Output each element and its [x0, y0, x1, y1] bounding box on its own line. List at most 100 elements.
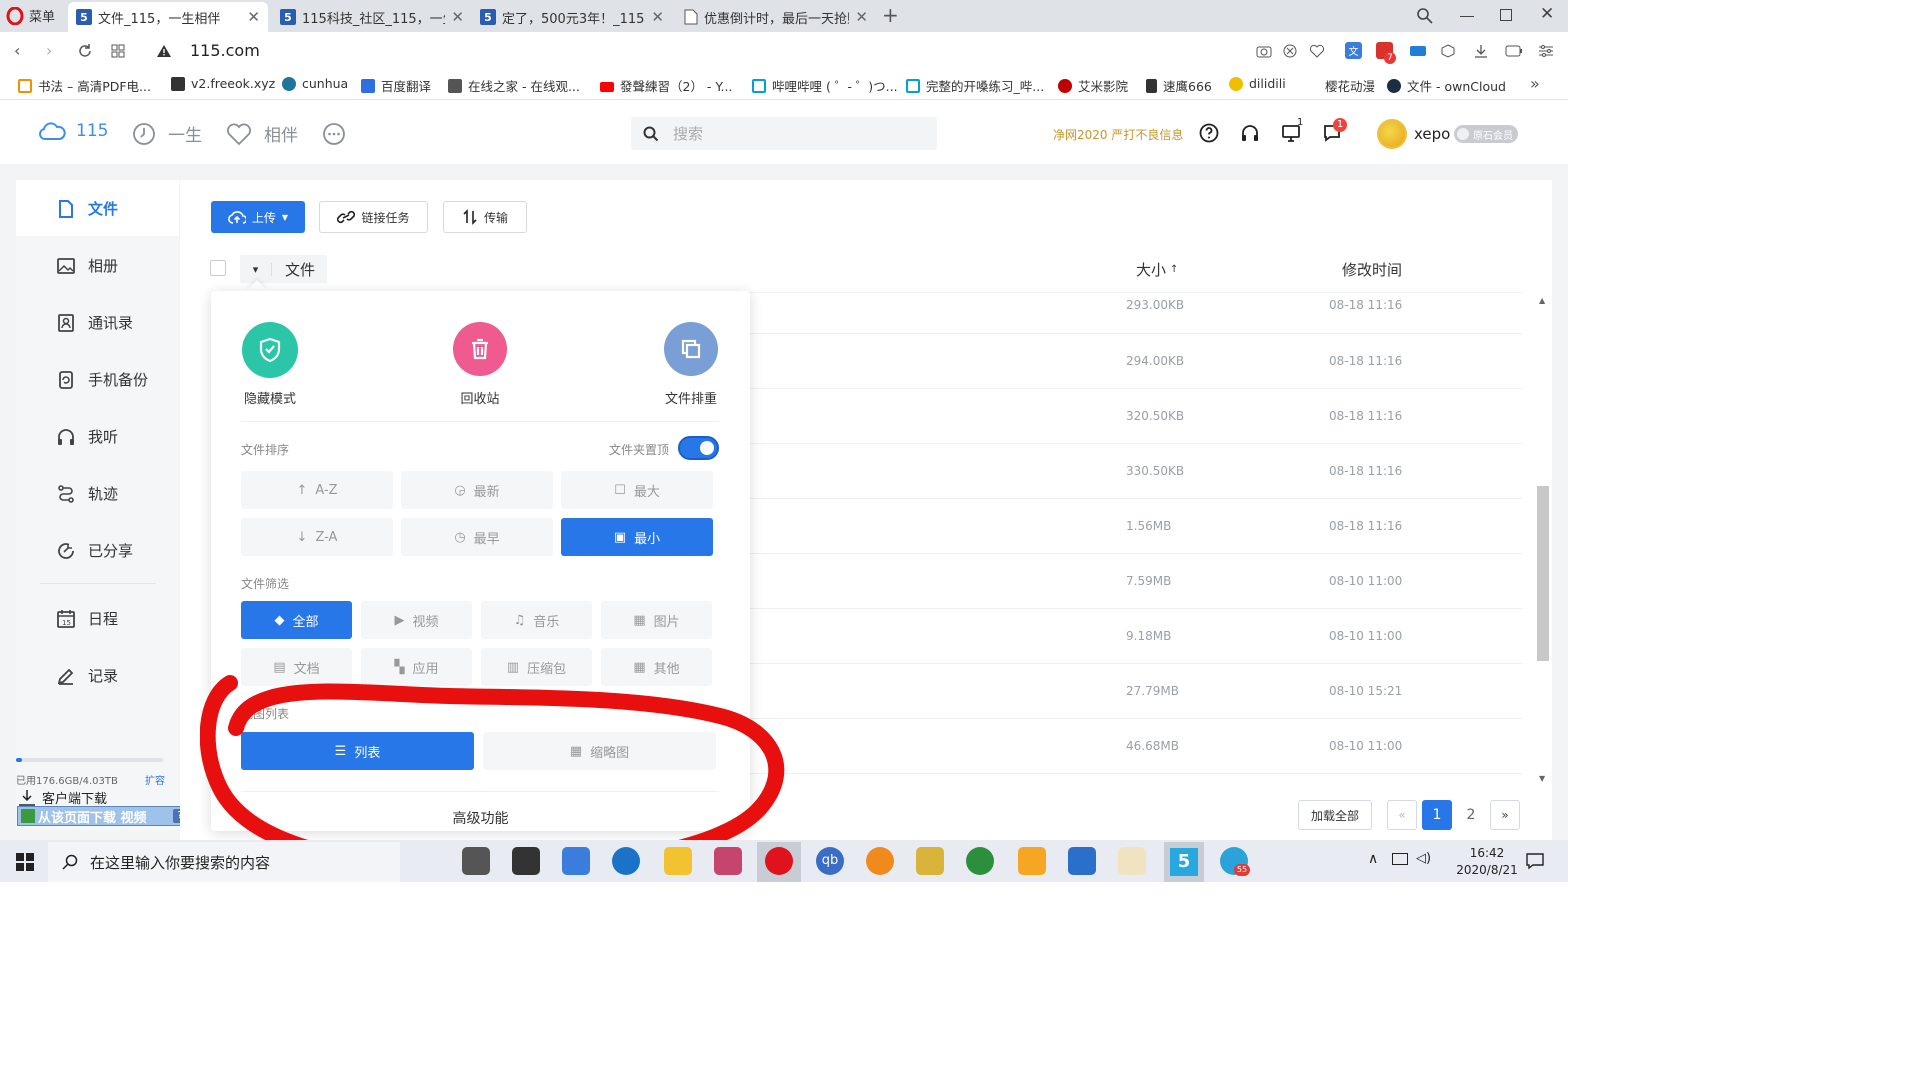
bookmark-heart-icon[interactable] — [1309, 44, 1325, 58]
sidebar-item-listen[interactable]: 我听 — [56, 426, 118, 447]
avatar[interactable] — [1377, 119, 1407, 149]
115-taskbar-active[interactable]: 5 — [1164, 842, 1204, 882]
upload-button[interactable]: 上传 ▼ — [211, 201, 305, 233]
member-badge[interactable]: 原石会员 — [1454, 125, 1518, 143]
task-view-icon[interactable] — [462, 847, 490, 875]
bookmark-item[interactable]: 艾米影院 — [1058, 76, 1128, 95]
dedupe-button[interactable] — [664, 322, 718, 376]
mail-extension-icon[interactable] — [1410, 46, 1426, 56]
bookmark-item[interactable]: 發聲練習（2） - Y... — [600, 76, 732, 95]
sort-a-z-button[interactable]: ↑ A-Z — [241, 471, 393, 509]
transfer-button[interactable]: 传输 — [443, 201, 527, 233]
battery-saver-icon[interactable] — [1505, 45, 1523, 57]
sort-newest-button[interactable]: ◶ 最新 — [401, 471, 553, 509]
bookmark-item[interactable]: 在线之家 - 在线观... — [448, 76, 580, 95]
bookmark-item[interactable]: dilidili — [1229, 76, 1286, 91]
adblock-icon[interactable] — [1283, 44, 1297, 58]
hidden-mode-button[interactable] — [242, 322, 298, 378]
folder-top-toggle[interactable] — [678, 436, 719, 460]
tab-files-115[interactable]: 5 文件_115，一生相伴 ✕ — [68, 2, 268, 32]
audio-app-icon[interactable] — [714, 847, 742, 875]
nav-yisheng[interactable]: 一生 — [132, 121, 202, 146]
sidebar-item-schedule[interactable]: 15 日程 — [56, 608, 118, 629]
bookmark-item[interactable]: v2.freeok.xyz — [171, 76, 275, 91]
client-download-link[interactable]: 客户端下载 — [18, 788, 107, 807]
scroll-down-icon[interactable]: ▼ — [1539, 774, 1545, 783]
tab-close-icon[interactable]: ✕ — [451, 8, 464, 26]
warning-icon[interactable] — [156, 44, 172, 58]
speed-dial-icon[interactable] — [111, 44, 125, 58]
more-apps-icon[interactable] — [322, 122, 346, 146]
opera-taskbar-active[interactable] — [757, 842, 801, 882]
nav-115[interactable]: 115 — [38, 121, 108, 141]
forward-icon[interactable]: › — [46, 41, 52, 60]
restore-icon[interactable] — [1500, 9, 1512, 21]
tab-close-icon[interactable]: ✕ — [651, 8, 664, 26]
recycle-bin-button[interactable] — [453, 322, 507, 376]
search-input[interactable]: 搜索 — [631, 117, 937, 150]
new-tab-icon[interactable]: + — [882, 3, 899, 27]
bookmark-item[interactable]: 樱花动漫 — [1305, 76, 1375, 95]
next-page-icon[interactable]: » — [1490, 800, 1520, 830]
battery-icon[interactable] — [1392, 853, 1408, 865]
tab-search-icon[interactable] — [1416, 7, 1434, 25]
game-app-icon[interactable] — [916, 847, 944, 875]
easy-setup-icon[interactable] — [1538, 44, 1554, 58]
sort-largest-button[interactable]: ☐ 最大 — [561, 471, 713, 509]
sidebar-item-album[interactable]: 相册 — [56, 255, 118, 276]
sidebar-item-contacts[interactable]: 通讯录 — [56, 312, 133, 333]
clock[interactable]: 16:42 2020/8/21 — [1445, 845, 1529, 879]
expand-link[interactable]: 扩容 — [145, 772, 165, 787]
filter-video-button[interactable]: ▶ 视频 — [361, 601, 472, 639]
volume-icon[interactable]: ◁) — [1416, 851, 1431, 866]
bookmark-item[interactable]: cunhua — [282, 76, 348, 91]
prev-page-icon[interactable]: « — [1387, 800, 1417, 830]
sort-smallest-button[interactable]: ▣ 最小 — [561, 518, 713, 556]
opera-menu-button[interactable]: 菜单 — [6, 6, 55, 25]
link-task-button[interactable]: 链接任务 — [319, 201, 428, 233]
page-1-button[interactable]: 1 — [1422, 800, 1452, 830]
back-icon[interactable]: ‹ — [14, 41, 20, 60]
translate-icon[interactable]: 文 — [1345, 42, 1362, 59]
bookmark-item[interactable]: 文件 - ownCloud — [1387, 76, 1506, 95]
taskbar-search[interactable]: 在这里输入你要搜索的内容 — [48, 842, 400, 882]
snapshot-icon[interactable] — [1256, 44, 1272, 58]
tab-close-icon[interactable]: ✕ — [247, 8, 260, 26]
windows-start-icon[interactable] — [16, 853, 34, 871]
sort-z-a-button[interactable]: ↓ Z-A — [241, 518, 393, 556]
file-explorer-icon[interactable] — [664, 847, 692, 875]
download-icon[interactable] — [1474, 44, 1488, 58]
tab-115-promo[interactable]: 5 定了，500元3年！_115科技 ✕ — [472, 2, 672, 32]
tab-discount[interactable]: 优惠倒计时，最后一天抢购 ✕ — [676, 2, 876, 32]
bookmark-item[interactable]: 完整的开嗓练习_哔... — [906, 76, 1044, 95]
filter-image-button[interactable]: ▦ 图片 — [601, 601, 712, 639]
nav-xiangban[interactable]: 相伴 — [226, 121, 298, 146]
sidebar-item-shared[interactable]: 已分享 — [56, 540, 133, 561]
select-all-checkbox[interactable] — [210, 260, 226, 276]
tab-close-icon[interactable]: ✕ — [855, 8, 868, 26]
briefcase-app-icon[interactable] — [512, 847, 540, 875]
scrollbar[interactable]: ▲ ▼ — [1536, 296, 1550, 786]
load-all-button[interactable]: 加载全部 — [1298, 800, 1372, 830]
sort-oldest-button[interactable]: ◷ 最早 — [401, 518, 553, 556]
cube-icon[interactable] — [1441, 44, 1455, 58]
scrollbar-thumb[interactable] — [1537, 486, 1549, 661]
filter-all-button[interactable]: ◆ 全部 — [241, 601, 352, 639]
search-app-icon[interactable] — [1018, 847, 1046, 875]
window-close-icon[interactable]: ✕ — [1540, 4, 1554, 24]
media-player-icon[interactable] — [866, 847, 894, 875]
username[interactable]: xepo — [1414, 125, 1450, 143]
sidebar-item-phone-backup[interactable]: 手机备份 — [56, 369, 148, 390]
minimize-icon[interactable] — [1460, 16, 1474, 17]
url-text[interactable]: 115.com — [190, 41, 260, 60]
headphones-icon[interactable] — [1240, 123, 1260, 143]
notification-center-icon[interactable] — [1526, 852, 1544, 870]
edge-icon[interactable] — [612, 847, 640, 875]
notice-link[interactable]: 净网2020 严打不良信息 — [1053, 126, 1183, 143]
tab-115-community[interactable]: 5 115科技_社区_115，一生相伴 ✕ — [272, 2, 472, 32]
page-2-button[interactable]: 2 — [1456, 800, 1486, 830]
sidebar-item-records[interactable]: 记录 — [56, 665, 118, 686]
pet-app-icon[interactable] — [1118, 847, 1146, 875]
mail-app-icon[interactable] — [562, 847, 590, 875]
bookmark-item[interactable]: 速鹰666 — [1146, 76, 1212, 95]
